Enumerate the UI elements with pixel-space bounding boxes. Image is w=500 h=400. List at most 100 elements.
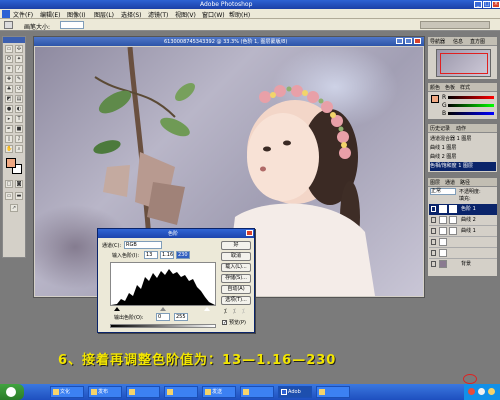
menu-image[interactable]: 图像(I) [67, 10, 85, 19]
palette-well[interactable] [420, 21, 490, 29]
input-slider-track[interactable] [110, 307, 216, 311]
pen-tool-icon[interactable]: ✒ [5, 125, 13, 133]
menu-help[interactable]: 帮助(H) [229, 10, 250, 19]
visibility-eye-icon[interactable] [431, 217, 436, 223]
input-white-field[interactable]: 230 [176, 251, 190, 259]
history-brush-tool-icon[interactable]: ↺ [15, 85, 23, 93]
gradient-tool-icon[interactable]: ▤ [15, 95, 23, 103]
move-tool-icon[interactable]: ✣ [15, 45, 23, 53]
save-button[interactable]: 存储(S)... [221, 274, 251, 283]
cancel-button[interactable]: 取消 [221, 252, 251, 261]
tool-preset-icon[interactable] [4, 21, 13, 29]
blur-tool-icon[interactable]: ● [5, 105, 13, 113]
clone-stamp-tool-icon[interactable]: ♣ [5, 85, 13, 93]
shape-tool-icon[interactable]: ■ [15, 125, 23, 133]
doc-close-icon[interactable] [414, 38, 421, 44]
minimize-icon[interactable]: _ [474, 1, 482, 8]
taskbar-button[interactable] [240, 386, 274, 398]
eraser-tool-icon[interactable]: ◩ [5, 95, 13, 103]
start-button[interactable] [0, 384, 24, 400]
taskbar-button[interactable]: 文化 [50, 386, 84, 398]
tray-icon[interactable] [488, 388, 495, 395]
zoom-tool-icon[interactable]: ⌕ [15, 145, 23, 153]
tab-swatches[interactable]: 色板 [445, 84, 455, 91]
visibility-eye-icon[interactable] [431, 206, 436, 212]
navigator-view-box[interactable] [440, 53, 488, 74]
history-item[interactable]: 通道混合器 1 图层 [430, 135, 496, 144]
load-button[interactable]: 载入(L)... [221, 263, 251, 272]
visibility-eye-icon[interactable] [431, 250, 436, 256]
levels-close-icon[interactable] [246, 230, 253, 236]
tab-actions[interactable]: 动作 [456, 125, 466, 132]
tab-histogram[interactable]: 直方图 [470, 38, 485, 45]
layer-row[interactable] [429, 248, 497, 259]
input-gamma-field[interactable]: 1.16 [160, 251, 174, 259]
hand-tool-icon[interactable]: ✋ [5, 145, 13, 153]
white-point-slider-icon[interactable] [204, 307, 210, 311]
auto-button[interactable]: 自动(A) [221, 285, 251, 294]
tab-navigator[interactable]: 导航器 [430, 38, 445, 45]
green-slider[interactable] [448, 104, 494, 107]
black-point-slider-icon[interactable] [114, 307, 120, 311]
tab-history[interactable]: 历史记录 [430, 125, 450, 132]
layer-row[interactable]: 色阶 1 [429, 204, 497, 215]
output-white-field[interactable]: 255 [174, 313, 188, 321]
gray-eyedropper-icon[interactable]: ⁒ [233, 308, 236, 315]
gamma-slider-icon[interactable] [160, 307, 166, 311]
tab-channels[interactable]: 通道 [445, 179, 455, 186]
healing-brush-tool-icon[interactable]: ✚ [5, 75, 13, 83]
history-item-selected[interactable]: 色相/饱和度 1 图层 [430, 162, 496, 171]
output-black-field[interactable]: 0 [156, 313, 170, 321]
visibility-eye-icon[interactable] [431, 261, 436, 267]
notes-tool-icon[interactable]: ▯ [5, 135, 13, 143]
menu-view[interactable]: 视图(V) [175, 10, 196, 19]
taskbar-button[interactable] [126, 386, 160, 398]
menu-layer[interactable]: 图层(L) [94, 10, 114, 19]
lasso-tool-icon[interactable]: ʘ [5, 55, 13, 63]
layer-row[interactable]: 曲线 2 [429, 215, 497, 226]
jump-to-imageready-icon[interactable]: ↗ [10, 204, 18, 212]
tab-info[interactable]: 信息 [453, 38, 463, 45]
tab-paths[interactable]: 路径 [460, 179, 470, 186]
type-tool-icon[interactable]: T [15, 115, 23, 123]
input-black-field[interactable]: 13 [144, 251, 158, 259]
layer-row[interactable] [429, 237, 497, 248]
path-selection-tool-icon[interactable]: ▸ [5, 115, 13, 123]
blue-slider[interactable] [448, 112, 494, 115]
screen-mode-full-icon[interactable]: ▬ [15, 192, 23, 200]
maximize-icon[interactable]: □ [483, 1, 491, 8]
tray-icon[interactable] [468, 388, 475, 395]
brush-tool-icon[interactable]: ✎ [15, 75, 23, 83]
red-slider[interactable] [448, 96, 494, 99]
menu-file[interactable]: 文件(F) [13, 10, 33, 19]
brush-size-field[interactable] [60, 21, 84, 29]
black-eyedropper-icon[interactable]: ⁒ [224, 308, 227, 315]
tab-layers[interactable]: 图层 [430, 179, 440, 186]
taskbar-button[interactable]: 发送 [202, 386, 236, 398]
screen-mode-standard-icon[interactable]: ▭ [5, 192, 13, 200]
preview-checkbox[interactable]: ✓ [222, 320, 227, 326]
foreground-color-swatch[interactable] [6, 158, 16, 168]
layer-row[interactable]: 背景 [429, 259, 497, 270]
menu-filter[interactable]: 滤镜(T) [148, 10, 168, 19]
layer-row[interactable]: 曲线 1 [429, 226, 497, 237]
magic-wand-tool-icon[interactable]: ✦ [15, 55, 23, 63]
taskbar-button[interactable] [164, 386, 198, 398]
menu-edit[interactable]: 编辑(E) [40, 10, 60, 19]
standard-mode-icon[interactable]: □ [5, 180, 13, 188]
tab-color[interactable]: 颜色 [430, 84, 440, 91]
marquee-tool-icon[interactable]: ▭ [5, 45, 13, 53]
output-gradient-bar[interactable] [110, 324, 216, 328]
menu-select[interactable]: 选择(S) [121, 10, 142, 19]
ok-button[interactable]: 好 [221, 241, 251, 250]
white-eyedropper-icon[interactable]: ⁒ [242, 308, 245, 315]
close-icon[interactable]: × [492, 1, 500, 8]
tab-styles[interactable]: 样式 [460, 84, 470, 91]
slice-tool-icon[interactable]: ⁄ [15, 65, 23, 73]
visibility-eye-icon[interactable] [431, 239, 436, 245]
history-item[interactable]: 曲线 1 图层 [430, 144, 496, 153]
menu-window[interactable]: 窗口(W) [202, 10, 225, 19]
tray-icon[interactable] [478, 388, 485, 395]
eyedropper-tool-icon[interactable]: ⁒ [15, 135, 23, 143]
visibility-eye-icon[interactable] [431, 228, 436, 234]
